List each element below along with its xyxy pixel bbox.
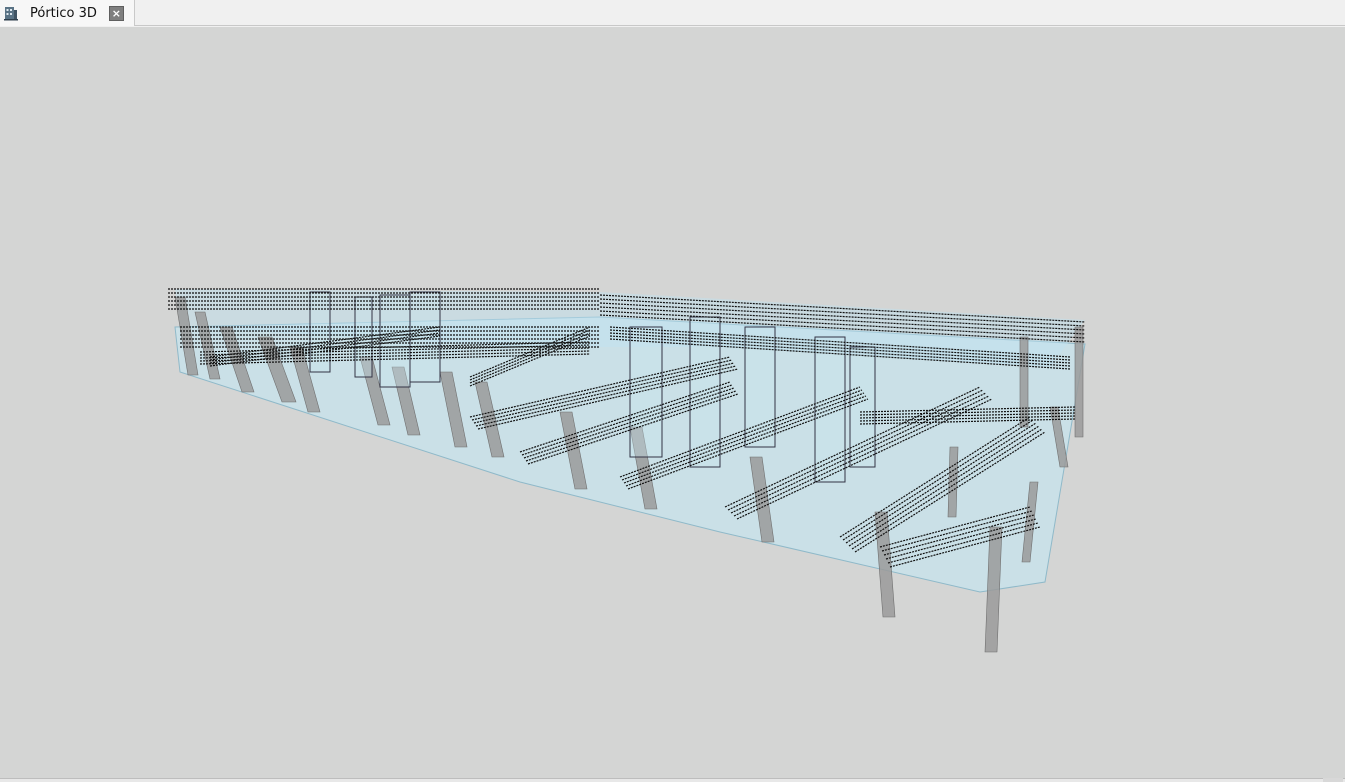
building-icon [4,5,18,21]
structure-3d-model[interactable] [0,27,1345,778]
column [947,446,959,518]
tab-portico-3d[interactable]: Pórtico 3D × [0,0,135,26]
column [1074,326,1084,438]
wall [849,346,876,468]
tab-label: Pórtico 3D [30,5,97,21]
document-tab-bar: Pórtico 3D × [0,0,1345,26]
close-icon[interactable]: × [108,5,124,21]
wall [629,326,663,458]
3d-viewport[interactable] [0,27,1345,778]
column [1019,336,1029,428]
wall [309,291,331,373]
resize-grip[interactable] [1323,778,1343,782]
status-bar [0,778,1345,782]
